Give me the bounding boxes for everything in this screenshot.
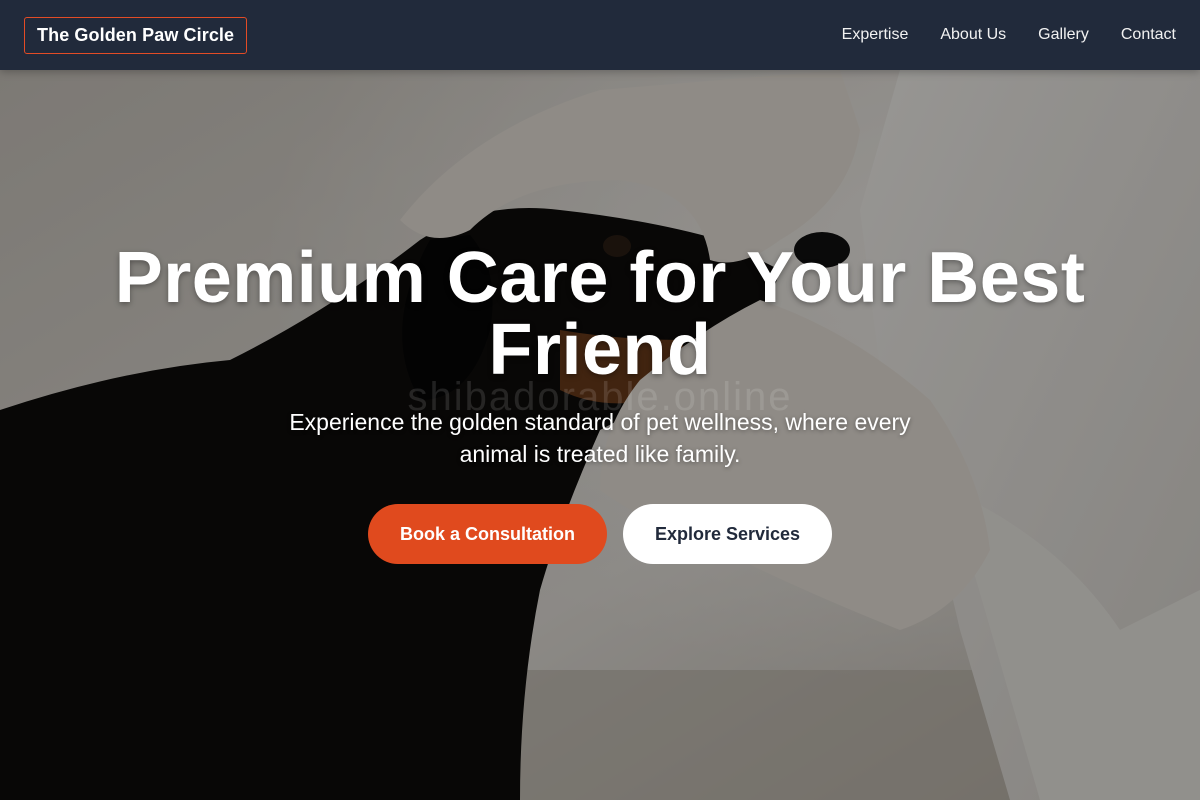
hero-content: Premium Care for Your Best Friend Experi… — [0, 242, 1200, 564]
hero-title: Premium Care for Your Best Friend — [114, 238, 1086, 390]
page: The Golden Paw Circle Expertise About Us… — [0, 0, 1200, 800]
nav-link-contact[interactable]: Contact — [1121, 26, 1176, 44]
hero-section: shibadorable.online Premium Care for You… — [0, 70, 1200, 800]
nav-link-about-us[interactable]: About Us — [940, 26, 1006, 44]
explore-services-button[interactable]: Explore Services — [622, 504, 833, 564]
hero-cta-group: Book a Consultation Explore Services — [0, 504, 1200, 564]
nav-link-expertise[interactable]: Expertise — [842, 26, 909, 44]
site-logo[interactable]: The Golden Paw Circle — [24, 16, 248, 54]
nav-link-gallery[interactable]: Gallery — [1038, 26, 1089, 44]
top-navbar: The Golden Paw Circle Expertise About Us… — [0, 0, 1200, 70]
main-nav: Expertise About Us Gallery Contact — [842, 26, 1176, 44]
book-consultation-button[interactable]: Book a Consultation — [367, 504, 607, 564]
hero-subtitle: Experience the golden standard of pet we… — [289, 409, 911, 467]
